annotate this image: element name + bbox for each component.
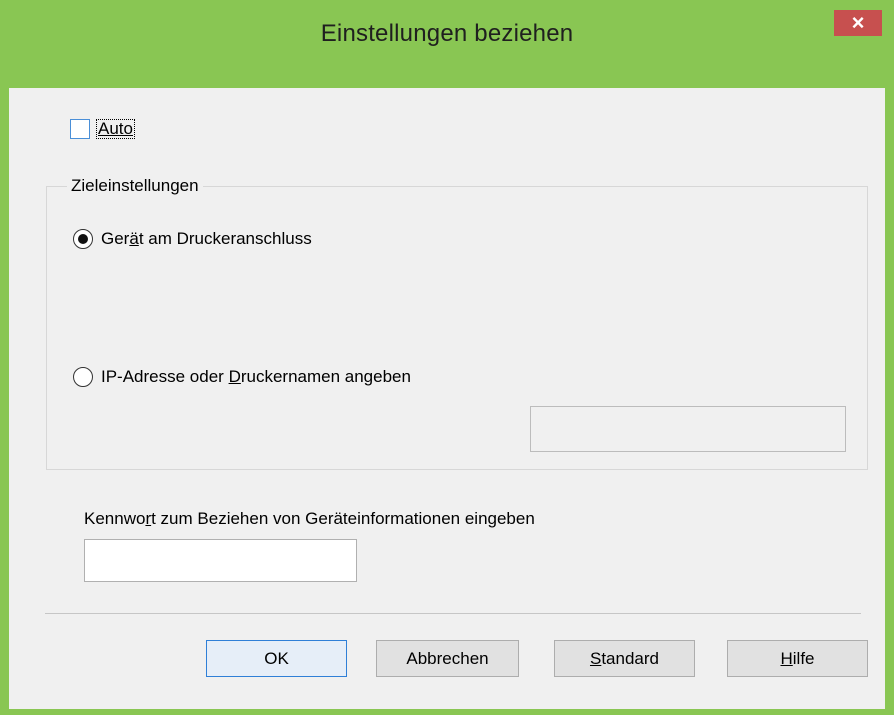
window-frame-right	[885, 0, 894, 715]
button-divider	[45, 613, 861, 614]
radio-ip-address[interactable]	[73, 367, 93, 387]
close-icon: ×	[851, 10, 865, 35]
standard-button[interactable]: Standard	[554, 640, 695, 677]
ok-button[interactable]: OK	[206, 640, 347, 677]
ip-address-input[interactable]	[530, 406, 846, 452]
radio-row-printer-port[interactable]: Gerät am Druckeranschluss	[73, 229, 312, 249]
radio-selected-dot-icon	[78, 234, 88, 244]
settings-dialog: Einstellungen beziehen × Auto Zieleinste…	[0, 0, 894, 715]
dialog-body: Auto Zieleinstellungen Gerät am Druckera…	[9, 88, 885, 709]
radio-row-ip-address[interactable]: IP-Adresse oder Druckernamen angeben	[73, 367, 411, 387]
cancel-button[interactable]: Abbrechen	[376, 640, 519, 677]
password-input[interactable]	[84, 539, 357, 582]
auto-checkbox[interactable]	[70, 119, 90, 139]
window-frame-bottom	[0, 709, 894, 715]
close-button[interactable]: ×	[834, 10, 882, 36]
radio-ip-address-label: IP-Adresse oder Druckernamen angeben	[101, 367, 411, 386]
target-settings-title: Zieleinstellungen	[67, 176, 203, 196]
help-button[interactable]: Hilfe	[727, 640, 868, 677]
window-frame-left	[0, 0, 9, 715]
password-label: Kennwort zum Beziehen von Geräteinformat…	[84, 509, 535, 528]
auto-label: Auto	[96, 119, 135, 139]
auto-checkbox-row[interactable]: Auto	[70, 119, 135, 139]
target-settings-group: Zieleinstellungen Gerät am Druckeranschl…	[46, 176, 868, 470]
radio-printer-port[interactable]	[73, 229, 93, 249]
radio-printer-port-label: Gerät am Druckeranschluss	[101, 229, 312, 248]
window-title: Einstellungen beziehen	[320, 20, 574, 47]
